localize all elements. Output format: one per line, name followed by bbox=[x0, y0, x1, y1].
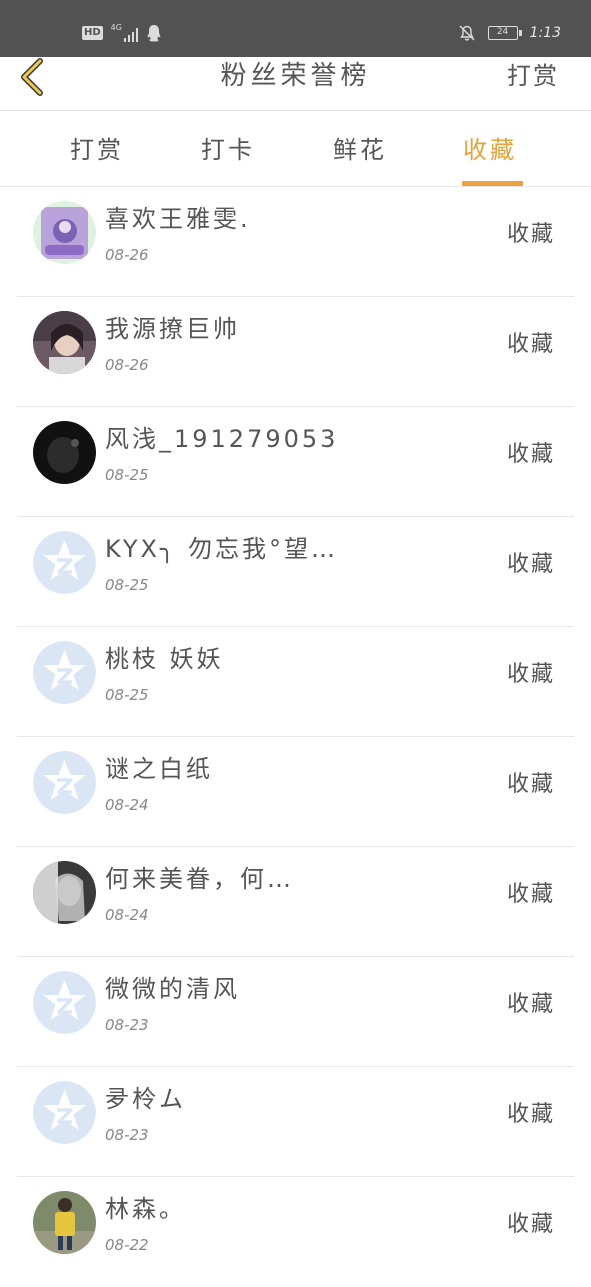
avatar[interactable] bbox=[33, 311, 96, 374]
avatar[interactable] bbox=[33, 421, 96, 484]
status-left: HD 4G bbox=[82, 24, 162, 42]
tab-label: 收藏 bbox=[463, 136, 517, 164]
list-item[interactable]: 桃枝 妖妖 08-25 收藏 bbox=[0, 627, 591, 737]
user-name: 风浅_191279053 bbox=[105, 425, 339, 453]
hd-badge: HD bbox=[82, 26, 103, 40]
reward-button[interactable]: 打赏 bbox=[507, 57, 559, 95]
avatar[interactable] bbox=[33, 641, 96, 704]
default-qq-icon bbox=[33, 641, 96, 704]
user-name: KYX╮ 勿忘我°望… bbox=[105, 535, 339, 563]
tab-label: 打赏 bbox=[70, 136, 124, 164]
favorite-label: 收藏 bbox=[506, 222, 555, 247]
date: 08-25 bbox=[105, 686, 149, 704]
list-item[interactable]: 喜欢王雅雯. 08-26 收藏 bbox=[0, 187, 591, 297]
status-right: 24 1:13 bbox=[458, 24, 561, 42]
battery-level: 24 bbox=[496, 27, 509, 37]
favorite-label: 收藏 bbox=[506, 882, 555, 907]
list-item[interactable]: 微微的清风 08-23 收藏 bbox=[0, 957, 591, 1067]
avatar[interactable] bbox=[33, 751, 96, 814]
avatar[interactable] bbox=[33, 531, 96, 594]
tab-label: 打卡 bbox=[201, 136, 255, 164]
signal-indicator: 4G bbox=[111, 24, 138, 42]
app-header: 粉丝荣誉榜 打赏 bbox=[0, 57, 591, 111]
default-qq-icon bbox=[33, 971, 96, 1034]
list-item[interactable]: 何来美眷，何… 08-24 收藏 bbox=[0, 847, 591, 957]
default-qq-icon bbox=[33, 531, 96, 594]
tab-checkin[interactable]: 打卡 bbox=[168, 111, 288, 186]
user-name: 何来美眷，何… bbox=[105, 865, 294, 893]
signal-icon bbox=[123, 28, 138, 42]
user-name: 林森。 bbox=[105, 1195, 186, 1223]
favorite-label: 收藏 bbox=[506, 552, 555, 577]
user-name: 谜之白纸 bbox=[105, 755, 213, 783]
favorites-list: 喜欢王雅雯. 08-26 收藏 我源撩巨帅 08-26 收藏 风浅_191279… bbox=[0, 187, 591, 1287]
date: 08-23 bbox=[105, 1126, 149, 1144]
date: 08-24 bbox=[105, 796, 149, 814]
date: 08-24 bbox=[105, 906, 149, 924]
qq-notification-icon bbox=[147, 25, 161, 42]
avatar[interactable] bbox=[33, 861, 96, 924]
list-item[interactable]: 夛柃ム 08-23 收藏 bbox=[0, 1067, 591, 1177]
bell-off-icon bbox=[459, 25, 475, 41]
favorite-label: 收藏 bbox=[506, 772, 555, 797]
battery-icon: 24 bbox=[487, 26, 522, 40]
user-name: 喜欢王雅雯. bbox=[105, 205, 251, 233]
date: 08-25 bbox=[105, 576, 149, 594]
avatar-image bbox=[33, 311, 96, 374]
clock: 1:13 bbox=[529, 25, 561, 41]
list-item[interactable]: 风浅_191279053 08-25 收藏 bbox=[0, 407, 591, 517]
date: 08-23 bbox=[105, 1016, 149, 1034]
tab-label: 鲜花 bbox=[333, 136, 387, 164]
favorite-label: 收藏 bbox=[506, 442, 555, 467]
tab-bar: 打赏 打卡 鲜花 收藏 bbox=[0, 111, 591, 187]
avatar-image bbox=[33, 421, 96, 484]
active-tab-indicator bbox=[462, 181, 523, 186]
date: 08-25 bbox=[105, 466, 149, 484]
tab-favorites[interactable]: 收藏 bbox=[430, 111, 550, 186]
date: 08-26 bbox=[105, 356, 149, 374]
avatar-image bbox=[33, 861, 96, 924]
user-name: 我源撩巨帅 bbox=[105, 315, 240, 343]
default-qq-icon bbox=[33, 1081, 96, 1144]
list-item[interactable]: 我源撩巨帅 08-26 收藏 bbox=[0, 297, 591, 407]
avatar[interactable] bbox=[33, 201, 96, 264]
list-item[interactable]: 谜之白纸 08-24 收藏 bbox=[0, 737, 591, 847]
favorite-label: 收藏 bbox=[506, 662, 555, 687]
avatar-image bbox=[33, 201, 96, 264]
tab-reward[interactable]: 打赏 bbox=[37, 111, 157, 186]
date: 08-26 bbox=[105, 246, 149, 264]
network-type: 4G bbox=[110, 23, 122, 32]
user-name: 桃枝 妖妖 bbox=[105, 645, 224, 673]
avatar[interactable] bbox=[33, 971, 96, 1034]
favorite-label: 收藏 bbox=[506, 332, 555, 357]
date: 08-22 bbox=[105, 1236, 149, 1254]
favorite-label: 收藏 bbox=[506, 1212, 555, 1237]
status-bar: HD 4G 24 1:13 bbox=[0, 0, 591, 57]
list-item[interactable]: KYX╮ 勿忘我°望… 08-25 收藏 bbox=[0, 517, 591, 627]
avatar[interactable] bbox=[33, 1081, 96, 1144]
favorite-label: 收藏 bbox=[506, 1102, 555, 1127]
avatar[interactable] bbox=[33, 1191, 96, 1254]
page-title: 粉丝荣誉榜 bbox=[220, 61, 371, 91]
user-name: 微微的清风 bbox=[105, 975, 240, 1003]
tab-flowers[interactable]: 鲜花 bbox=[300, 111, 420, 186]
default-qq-icon bbox=[33, 751, 96, 814]
user-name: 夛柃ム bbox=[105, 1085, 186, 1113]
avatar-image bbox=[33, 1191, 96, 1254]
list-item[interactable]: 林森。 08-22 收藏 bbox=[0, 1177, 591, 1287]
favorite-label: 收藏 bbox=[506, 992, 555, 1017]
